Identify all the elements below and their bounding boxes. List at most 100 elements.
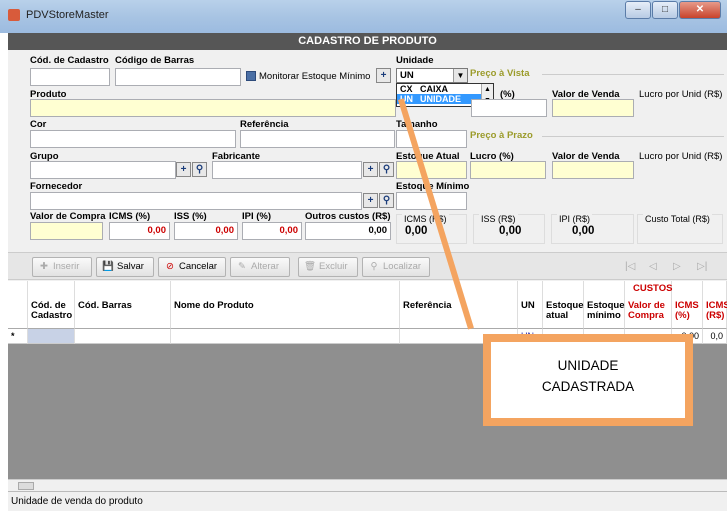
lucro-unid-prazo-label: Lucro por Unid (R$) [639,151,723,162]
valor-compra-field[interactable] [30,222,103,240]
row-marker: * [8,329,28,344]
icms-rs-box: ICMS (R$) 0,00 [396,214,467,244]
unidade-label: Unidade [396,55,434,66]
custos-group-header: CUSTOS [633,283,673,294]
last-record-icon[interactable]: ▷| [697,261,707,272]
callout-box: UNIDADE CADASTRADA [483,334,693,426]
cod-cadastro-field[interactable] [30,68,110,86]
window-client: CADASTRO DE PRODUTO Cód. de Cadastro Cód… [8,33,727,511]
iss-pct-label: ISS (%) [174,211,207,222]
next-record-icon[interactable]: ▷ [673,261,681,272]
alterar-button[interactable]: ✎ Alterar [230,257,290,277]
close-button[interactable]: ✕ [679,1,721,19]
salvar-button[interactable]: 💾 Salvar [96,257,154,277]
cancelar-button[interactable]: ⊘ Cancelar [158,257,226,277]
referencia-label: Referência [240,119,289,130]
col-estoque-minimo[interactable]: Estoque mínimo [584,281,625,329]
valor-compra-label: Valor de Compra [30,211,106,222]
fornecedor-label: Fornecedor [30,181,83,192]
tamanho-field[interactable] [396,130,467,148]
cor-label: Cor [30,119,47,130]
col-estoque-atual[interactable]: Estoque atual [543,281,584,329]
produto-field[interactable] [30,99,396,117]
iss-pct-field[interactable]: 0,00 [174,222,238,240]
iss-rs-label: ISS (R$) [479,214,518,224]
add-fabricante-button[interactable]: + [363,162,378,177]
valor-venda-field[interactable] [552,99,634,117]
unidade-select[interactable]: UN ▼ [396,68,468,83]
toolbar: ✚ Inserir 💾 Salvar ⊘ Cancelar ✎ Alterar 🗑 Exc… [8,252,727,280]
col-cod-cadastro[interactable]: Cód. de Cadastro [28,281,75,329]
cor-field[interactable] [30,130,236,148]
cod-barras-field[interactable] [115,68,241,86]
grupo-field[interactable] [30,161,176,179]
first-record-icon[interactable]: |◁ [625,261,635,272]
outros-field[interactable]: 0,00 [305,222,391,240]
table-cell[interactable] [75,329,171,344]
save-icon: 💾 [102,261,114,272]
prev-record-icon[interactable]: ◁ [649,261,657,272]
estoque-minimo-label: Estoque Mínimo [396,181,470,192]
referencia-field[interactable] [240,130,395,148]
table-cell-icms-rs[interactable]: 0,0 [703,329,727,344]
iss-rs-value: 0,00 [499,225,522,237]
window-title: PDVStoreMaster [26,9,109,21]
app-icon [8,9,20,21]
col-icms-rs[interactable]: ICMS (R$) [703,281,727,329]
callout-line1: UNIDADE [557,358,619,373]
col-nome-produto[interactable]: Nome do Produto [171,281,400,329]
horizontal-scrollbar[interactable] [8,479,727,490]
col-icms-pct[interactable]: ICMS (%) [672,281,703,329]
minimize-button[interactable]: – [625,1,651,19]
cod-cadastro-label: Cód. de Cadastro [30,55,109,66]
binoculars-icon: ⚲ [370,261,378,272]
fornecedor-field[interactable] [30,192,362,210]
tamanho-label: Tamanho [396,119,438,130]
ipi-rs-label: IPI (R$) [557,214,593,224]
localizar-button[interactable]: ⚲ Localizar [362,257,430,277]
fabricante-field[interactable] [212,161,362,179]
scrollbar-thumb[interactable] [18,482,34,490]
search-fornecedor-icon[interactable]: ⚲ [379,193,394,208]
estoque-atual-field[interactable] [396,161,467,179]
custo-total-label: Custo Total (R$) [643,214,712,224]
icms-rs-value: 0,00 [405,225,428,237]
divider [542,136,724,137]
add-grupo-button[interactable]: + [176,162,191,177]
callout-line2: CADASTRADA [541,379,635,394]
search-grupo-icon[interactable]: ⚲ [192,162,207,177]
monitorar-checkbox[interactable] [246,71,256,81]
lucro-pct-field[interactable] [470,161,546,179]
valor-venda-prazo-field[interactable] [552,161,634,179]
cancel-icon: ⊘ [166,261,174,272]
search-fabricante-icon[interactable]: ⚲ [379,162,394,177]
inserir-button[interactable]: ✚ Inserir [32,257,92,277]
pct-vista-field[interactable] [471,99,547,117]
icms-pct-field[interactable]: 0,00 [109,222,170,240]
monitorar-label: Monitorar Estoque Mínimo [259,71,371,82]
preco-vista-label: Preço à Vista [470,68,530,79]
window-titlebar: PDVStoreMaster – □ ✕ [0,0,727,33]
add-unidade-button[interactable]: + [376,68,391,83]
ipi-rs-box: IPI (R$) 0,00 [551,214,634,244]
custo-total-box: Custo Total (R$) [637,214,723,244]
ipi-pct-label: IPI (%) [242,211,272,222]
ipi-pct-field[interactable]: 0,00 [242,222,302,240]
add-fornecedor-button[interactable]: + [363,193,378,208]
divider [542,74,724,75]
chevron-down-icon[interactable]: ▼ [453,69,467,82]
iss-rs-box: ISS (R$) 0,00 [473,214,545,244]
table-cell[interactable] [28,329,75,344]
col-un[interactable]: UN [518,281,543,329]
status-bar: Unidade de venda do produto [8,491,727,511]
dropdown-item-cx[interactable]: CX CAIXA [397,84,493,94]
page-title: CADASTRO DE PRODUTO [8,33,727,50]
table-cell[interactable] [171,329,400,344]
cod-barras-label: Código de Barras [115,55,195,66]
edit-icon: ✎ [238,261,246,272]
excluir-button[interactable]: 🗑 Excluir [298,257,358,277]
maximize-button[interactable]: □ [652,1,678,19]
icms-pct-label: ICMS (%) [109,211,151,222]
col-cod-barras[interactable]: Cód. Barras [75,281,171,329]
trash-icon: 🗑 [303,261,317,272]
